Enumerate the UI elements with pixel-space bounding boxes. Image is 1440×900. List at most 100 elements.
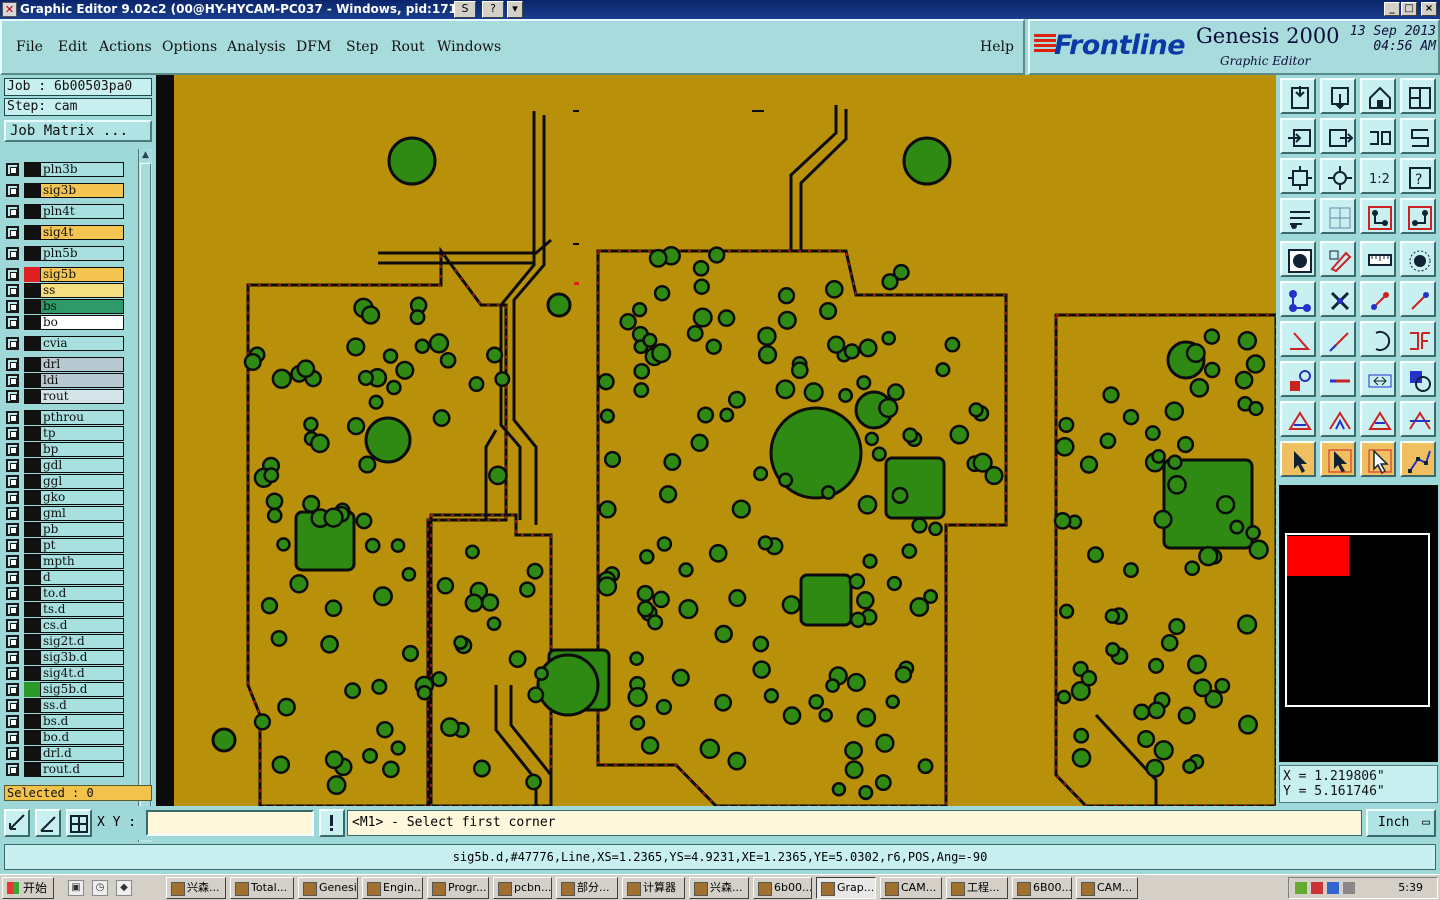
layer-name[interactable]: ldi (40, 373, 124, 388)
layer-name[interactable]: pthrou (40, 410, 124, 425)
tray-app-icon[interactable] (1295, 882, 1307, 894)
layer-scrollbar[interactable]: ▲ ▼ (138, 149, 152, 855)
layer-color-swatch[interactable] (24, 458, 40, 473)
layer-name[interactable]: pln3b (40, 162, 124, 177)
tool-16-icon[interactable] (1400, 198, 1436, 234)
layer-color-swatch[interactable] (24, 183, 40, 198)
layer-row-bo-d[interactable]: bo.d (4, 730, 126, 745)
layer-row-sig5b-d[interactable]: sig5b.d (4, 682, 126, 697)
menu-help[interactable]: Help (980, 39, 1014, 55)
layer-name[interactable]: tp (40, 426, 124, 441)
units-selector[interactable]: Inch ▭ (1366, 809, 1436, 837)
layer-row-ss[interactable]: ss (4, 283, 126, 298)
layer-color-swatch[interactable] (24, 698, 40, 713)
layer-row-pt[interactable]: pt (4, 538, 126, 553)
help-toolbar-icon[interactable]: ? (482, 1, 504, 18)
layer-name[interactable]: gko (40, 490, 124, 505)
layer-checkbox[interactable] (6, 374, 19, 387)
layer-row-sig3b[interactable]: sig3b (4, 183, 126, 198)
layer-row-pln3b[interactable]: pln3b (4, 162, 126, 177)
tool-12-icon[interactable]: ? (1400, 158, 1436, 194)
minimize-button[interactable]: _ (1384, 2, 1400, 16)
layer-name[interactable]: d (40, 570, 124, 585)
layer-name[interactable]: sig4t.d (40, 666, 124, 681)
layer-color-swatch[interactable] (24, 246, 40, 261)
title-bar[interactable]: ✕ Graphic Editor 9.02c2 (00@HY-HYCAM-PC0… (0, 0, 1440, 19)
tool-23-icon[interactable] (1360, 281, 1396, 317)
layer-name[interactable]: sig3b (40, 183, 124, 198)
pcb-drawing[interactable] (156, 75, 1276, 806)
layer-name[interactable]: ts.d (40, 602, 124, 617)
tool-15-icon[interactable] (1360, 198, 1396, 234)
layer-row-gko[interactable]: gko (4, 490, 126, 505)
tool-10-icon[interactable] (1320, 158, 1356, 194)
layer-name[interactable]: sig2t.d (40, 634, 124, 649)
layer-name[interactable]: ss.d (40, 698, 124, 713)
layer-row-rout[interactable]: rout (4, 389, 126, 404)
tool-24-icon[interactable] (1400, 281, 1436, 317)
layer-row-ts-d[interactable]: ts.d (4, 602, 126, 617)
layer-color-swatch[interactable] (24, 618, 40, 633)
layer-color-swatch[interactable] (24, 762, 40, 777)
dropdown-toolbar-icon[interactable]: ▾ (507, 1, 523, 18)
layer-name[interactable]: bs.d (40, 714, 124, 729)
layer-row-pthrou[interactable]: pthrou (4, 410, 126, 425)
layer-row-sig3b-d[interactable]: sig3b.d (4, 650, 126, 665)
tool-37-icon[interactable] (1280, 441, 1316, 477)
quicklaunch-clock-icon[interactable]: ◷ (92, 880, 108, 896)
layer-checkbox[interactable] (6, 247, 19, 260)
layer-color-swatch[interactable] (24, 506, 40, 521)
start-button[interactable]: 开始 (2, 877, 54, 899)
layer-name[interactable]: sig3b.d (40, 650, 124, 665)
measure-icon[interactable] (35, 809, 61, 837)
taskbar-button-6[interactable]: pcbn... (493, 877, 552, 899)
layer-checkbox[interactable] (6, 587, 19, 600)
overview-window[interactable] (1279, 485, 1438, 762)
layer-row-sig4t-d[interactable]: sig4t.d (4, 666, 126, 681)
scroll-up-icon[interactable]: ▲ (139, 149, 152, 162)
tool-7-icon[interactable] (1360, 118, 1396, 154)
layer-color-swatch[interactable] (24, 570, 40, 585)
layer-checkbox[interactable] (6, 571, 19, 584)
scroll-thumb[interactable] (140, 163, 151, 839)
layer-color-swatch[interactable] (24, 490, 40, 505)
tool-22-icon[interactable] (1320, 281, 1356, 317)
layer-name[interactable]: mpth (40, 554, 124, 569)
layer-row-drl[interactable]: drl (4, 357, 126, 372)
layer-checkbox[interactable] (6, 667, 19, 680)
tool-27-icon[interactable] (1360, 321, 1396, 357)
layer-color-swatch[interactable] (24, 634, 40, 649)
layer-color-swatch[interactable] (24, 650, 40, 665)
layer-color-swatch[interactable] (24, 682, 40, 697)
tool-17-icon[interactable] (1280, 241, 1316, 277)
quicklaunch-desktop-icon[interactable]: ▣ (68, 880, 84, 896)
layer-row-sig5b[interactable]: sig5b (4, 267, 126, 282)
layer-row-bs-d[interactable]: bs.d (4, 714, 126, 729)
layer-name[interactable]: drl.d (40, 746, 124, 761)
tool-13-icon[interactable] (1280, 198, 1316, 234)
layer-color-swatch[interactable] (24, 714, 40, 729)
layer-row-pln4t[interactable]: pln4t (4, 204, 126, 219)
menu-analysis[interactable]: Analysis (227, 39, 286, 55)
layer-checkbox[interactable] (6, 619, 19, 632)
layer-row-pb[interactable]: pb (4, 522, 126, 537)
layer-name[interactable]: to.d (40, 586, 124, 601)
tray-x-icon[interactable] (1311, 882, 1323, 894)
quicklaunch-shield-icon[interactable]: ◆ (116, 880, 132, 896)
layer-row-gml[interactable]: gml (4, 506, 126, 521)
menu-actions[interactable]: Actions (99, 39, 152, 55)
tool-26-icon[interactable] (1320, 321, 1356, 357)
layer-checkbox[interactable] (6, 715, 19, 728)
layer-checkbox[interactable] (6, 555, 19, 568)
layer-name[interactable]: sig5b (40, 267, 124, 282)
menu-edit[interactable]: Edit (58, 39, 87, 55)
taskbar-button-10[interactable]: 6b00... (753, 877, 812, 899)
tool-25-icon[interactable] (1280, 321, 1316, 357)
layer-name[interactable]: ggl (40, 474, 124, 489)
layer-color-swatch[interactable] (24, 204, 40, 219)
job-matrix-button[interactable]: Job Matrix ... (4, 120, 152, 142)
layer-checkbox[interactable] (6, 763, 19, 776)
layer-checkbox[interactable] (6, 390, 19, 403)
layer-name[interactable]: bo.d (40, 730, 124, 745)
tool-19-icon[interactable] (1360, 241, 1396, 277)
